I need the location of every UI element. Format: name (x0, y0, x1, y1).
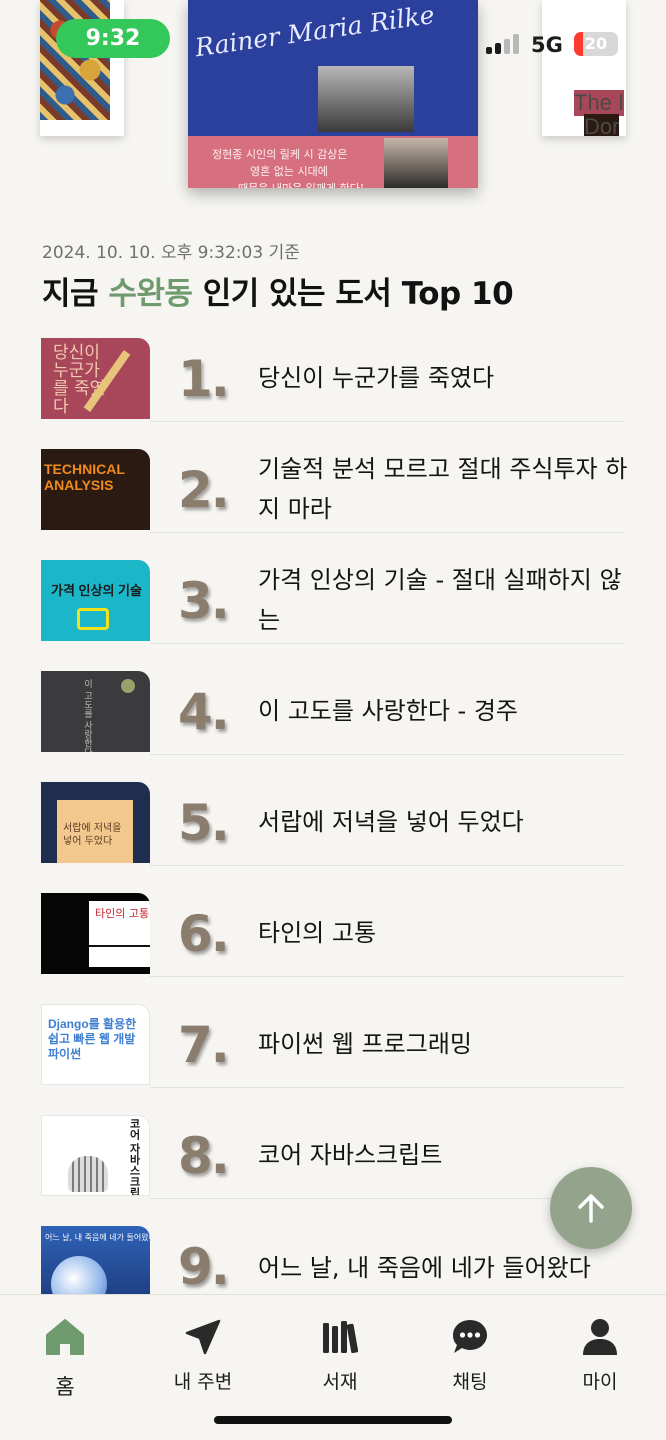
list-item[interactable]: Django를 활용한 쉽고 빠른 웹 개발 파이썬 7. 파이썬 웹 프로그래… (40, 1004, 625, 1088)
book-title: 어느 날, 내 죽음에 네가 들어왔다 (258, 1254, 591, 1282)
book-cover: 당신이 누군가를 죽였다 (41, 338, 150, 419)
cover-title: 가격 인상의 기술 (51, 583, 142, 598)
bookshelf-icon (323, 1321, 359, 1354)
book-cover: Django를 활용한 쉽고 빠른 웹 개발 파이썬 (41, 1004, 150, 1085)
book-title: 가격 인상의 기술 - 절대 실패하지 않는 (258, 566, 622, 634)
network-type: 5G (531, 33, 563, 57)
nav-label: 채팅 (452, 1371, 488, 1393)
divider (150, 532, 625, 533)
rank-number: 9. (178, 1238, 230, 1296)
location-arrow-icon (185, 1319, 221, 1355)
book-title: 타인의 고통 (258, 919, 377, 947)
cover-tagline-2: 영혼 없는 시대에 (250, 165, 328, 178)
list-item[interactable]: 가격 인상의 기술 3. 가격 인상의 기술 - 절대 실패하지 않는 (40, 560, 625, 644)
rank-number: 7. (178, 1016, 230, 1074)
home-indicator (214, 1416, 452, 1424)
nav-label: 서재 (322, 1371, 358, 1393)
nav-item-my[interactable]: 마이 (545, 1313, 655, 1403)
book-title: 이 고도를 사랑한다 - 경주 (258, 697, 518, 725)
arrow-up-icon (578, 1194, 604, 1223)
divider (150, 865, 625, 866)
nav-label: 홈 (55, 1375, 75, 1399)
list-item[interactable]: 당신이 누군가를 죽였다 1. 당신이 누군가를 죽였다 (40, 338, 625, 422)
page-title: 지금 수완동 인기 있는 도서 Top 10 (42, 268, 514, 313)
book-cover: 이 고도를 사랑한다 (41, 671, 150, 752)
cover-title: TECHNICAL ANALYSIS (44, 461, 125, 493)
nav-label: 내 주변 (173, 1371, 233, 1393)
title-suffix: 인기 있는 도서 Top 10 (192, 276, 514, 312)
book-title: 코어 자바스크립트 (258, 1141, 443, 1169)
title-location[interactable]: 수완동 (108, 276, 193, 312)
cover-title: 타인의 고통 (95, 907, 150, 920)
cover-tagline-3: 때묻은 내마음 일깨게 한다! (238, 180, 364, 188)
cover-title: 이 고도를 사랑한다 (82, 679, 92, 752)
cover-title: 서랍에 저녁을 넣어 두었다 (63, 823, 122, 847)
cover-title-line-2: Dor (584, 114, 620, 136)
cellular-signal-icon (486, 34, 522, 54)
list-item[interactable]: 코어 자바스크립트 8. 코어 자바스크립트 (40, 1115, 625, 1199)
cover-portrait-photo (318, 66, 414, 132)
book-cover: 타인의 고통 (41, 893, 150, 974)
cover-emblem (121, 679, 135, 693)
ranking-timestamp: 2024. 10. 10. 오후 9:32:03 기준 (42, 243, 300, 263)
list-item[interactable]: TECHNICAL ANALYSIS 2. 기술적 분석 모르고 절대 주식투자… (40, 449, 628, 533)
battery-level: 20 (584, 34, 608, 53)
cover-title-line-1: The I (574, 90, 625, 116)
cover-tagline-1: 정현종 시인의 릴케 시 감상은 (212, 148, 348, 161)
divider (150, 976, 625, 977)
book-cover: 코어 자바스크립트 (41, 1115, 150, 1196)
nav-item-chat[interactable]: 채팅 (415, 1313, 525, 1403)
book-cover: 가격 인상의 기술 (41, 560, 150, 641)
nav-item-library[interactable]: 서재 (285, 1313, 395, 1403)
nav-item-home[interactable]: 홈 (10, 1313, 120, 1403)
tiger-illustration (68, 1156, 108, 1192)
rank-number: 8. (178, 1127, 230, 1185)
book-cover: TECHNICAL ANALYSIS (41, 449, 150, 530)
nav-label: 마이 (582, 1371, 618, 1393)
rank-number: 6. (178, 905, 230, 963)
price-tag-illustration (77, 608, 109, 630)
divider (150, 421, 625, 422)
divider (150, 1087, 625, 1088)
rank-number: 3. (178, 572, 230, 630)
chat-bubble-icon (453, 1320, 487, 1353)
nav-item-nearby[interactable]: 내 주변 (148, 1313, 258, 1403)
book-title: 기술적 분석 모르고 절대 주식투자 하지 마라 (258, 455, 628, 523)
rank-number: 4. (178, 683, 230, 741)
battery-icon: 20 (574, 32, 618, 56)
carousel-cover-center[interactable]: Rainer Maria Rilke 정현종 시인의 릴케 시 감상은 영혼 없… (188, 0, 478, 188)
rank-number: 1. (178, 350, 230, 408)
list-item[interactable]: 이 고도를 사랑한다 4. 이 고도를 사랑한다 - 경주 (40, 671, 625, 755)
book-title: 파이썬 웹 프로그래밍 (258, 1030, 472, 1058)
status-time: 9:32 (56, 19, 170, 58)
scroll-to-top-button[interactable] (550, 1167, 632, 1249)
title-prefix: 지금 (42, 276, 109, 312)
list-item[interactable]: 타인의 고통 6. 타인의 고통 (40, 893, 625, 977)
book-title: 서랍에 저녁을 넣어 두었다 (258, 808, 524, 836)
book-title: 당신이 누군가를 죽였다 (258, 364, 495, 392)
person-icon (583, 1319, 617, 1355)
divider (150, 754, 625, 755)
cover-art (40, 0, 110, 120)
cover-title: 어느 날, 내 죽음에 네가 들어왔다 (45, 1233, 150, 1242)
cover-rule (89, 945, 150, 947)
home-icon (46, 1319, 84, 1355)
cover-title: Django를 활용한 쉽고 빠른 웹 개발 파이썬 (48, 1017, 137, 1061)
rank-number: 5. (178, 794, 230, 852)
carousel-cover-right[interactable]: The I Dor (542, 0, 626, 136)
cover-title: 코어 자바스크립트 (128, 1118, 140, 1196)
cover-small-photo (384, 138, 448, 188)
rank-number: 2. (178, 461, 230, 519)
book-cover: 서랍에 저녁을 넣어 두었다 (41, 782, 150, 863)
list-item[interactable]: 서랍에 저녁을 넣어 두었다 5. 서랍에 저녁을 넣어 두었다 (40, 782, 625, 866)
divider (150, 643, 625, 644)
